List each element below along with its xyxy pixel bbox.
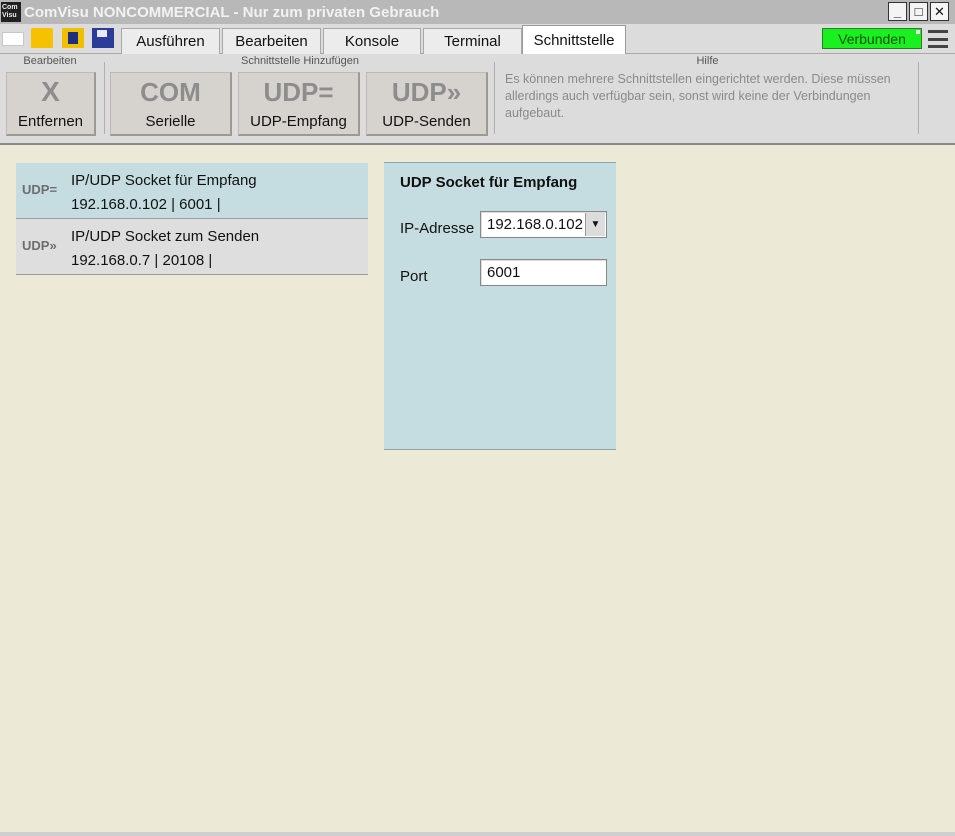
ribbon-divider xyxy=(918,62,919,134)
add-serial-button-label: Serielle xyxy=(145,113,196,130)
ip-address-label: IP-Adresse xyxy=(400,220,475,237)
add-udp-send-button-label: UDP-Senden xyxy=(382,113,471,130)
chevron-down-icon[interactable]: ▼ xyxy=(585,213,605,236)
udp-send-icon: UDP» xyxy=(22,238,57,253)
remove-button-label: Entfernen xyxy=(17,113,84,130)
list-item[interactable]: UDP= IP/UDP Socket für Empfang 192.168.0… xyxy=(16,163,368,219)
app-logo-icon: Com Visu xyxy=(1,2,21,22)
ribbon-divider xyxy=(104,62,105,134)
save-as-icon[interactable] xyxy=(92,28,114,48)
tab-schnittstelle[interactable]: Schnittstelle xyxy=(522,25,626,55)
panel-title: UDP Socket für Empfang xyxy=(400,174,578,191)
title-bar[interactable]: Com Visu ComVisu NONCOMMERCIAL - Nur zum … xyxy=(0,0,955,24)
window-controls: _ □ ✕ xyxy=(888,2,949,21)
add-udp-send-button[interactable]: UDP» UDP-Senden xyxy=(366,72,488,136)
window-title: ComVisu NONCOMMERCIAL - Nur zum privaten… xyxy=(24,3,440,21)
port-label: Port xyxy=(400,268,428,285)
group-label-hilfe: Hilfe xyxy=(696,55,719,67)
group-label-bearbeiten: Bearbeiten xyxy=(23,55,77,67)
ribbon: Bearbeiten Schnittstelle Hinzufügen Hilf… xyxy=(0,54,955,145)
list-item-detail: 192.168.0.7 | 20108 | xyxy=(71,252,213,269)
tab-bar: Ausführen Bearbeiten Konsole Terminal Sc… xyxy=(0,24,955,55)
folder-open-icon[interactable] xyxy=(31,28,53,48)
udp-receive-icon: UDP= xyxy=(22,182,58,197)
ip-address-value: 192.168.0.102 xyxy=(487,216,583,233)
port-value: 6001 xyxy=(487,264,521,281)
interface-detail-panel: UDP Socket für Empfang IP-Adresse 192.16… xyxy=(384,162,616,450)
tab-konsole[interactable]: Konsole xyxy=(323,28,421,54)
list-item[interactable]: UDP» IP/UDP Socket zum Senden 192.168.0.… xyxy=(16,219,368,275)
com-icon: COM xyxy=(140,77,201,107)
udp-send-icon: UDP» xyxy=(391,77,462,107)
save-icon[interactable] xyxy=(62,28,84,48)
port-input[interactable]: 6001 xyxy=(480,259,607,286)
tab-bearbeiten[interactable]: Bearbeiten xyxy=(222,28,321,54)
list-item-title: IP/UDP Socket zum Senden xyxy=(71,228,260,245)
list-item-detail: 192.168.0.102 | 6001 | xyxy=(71,196,221,213)
new-document-icon[interactable] xyxy=(2,32,24,46)
close-button[interactable]: ✕ xyxy=(930,2,949,21)
udp-receive-icon: UDP= xyxy=(263,77,334,107)
list-item-title: IP/UDP Socket für Empfang xyxy=(71,172,257,189)
add-udp-receive-button-label: UDP-Empfang xyxy=(250,113,347,130)
help-text: Es können mehrere Schnittstellen eingeri… xyxy=(505,72,891,120)
group-label-schnittstelle-hinzufuegen: Schnittstelle Hinzufügen xyxy=(240,55,359,67)
minimize-button[interactable]: _ xyxy=(888,2,907,21)
maximize-button[interactable]: □ xyxy=(909,2,928,21)
connection-status-badge[interactable]: Verbunden xyxy=(822,28,922,49)
window-bottom-border xyxy=(0,832,955,836)
tab-ausfuehren[interactable]: Ausführen xyxy=(121,28,220,54)
add-serial-button[interactable]: COM Serielle xyxy=(110,72,232,136)
ip-address-select[interactable]: 192.168.0.102 ▼ xyxy=(480,211,607,238)
remove-icon: X xyxy=(41,76,60,107)
remove-button[interactable]: X Entfernen xyxy=(6,72,96,136)
tab-terminal[interactable]: Terminal xyxy=(423,28,522,54)
hamburger-menu-icon[interactable] xyxy=(928,30,948,48)
add-udp-receive-button[interactable]: UDP= UDP-Empfang xyxy=(238,72,360,136)
ribbon-divider xyxy=(494,62,495,134)
